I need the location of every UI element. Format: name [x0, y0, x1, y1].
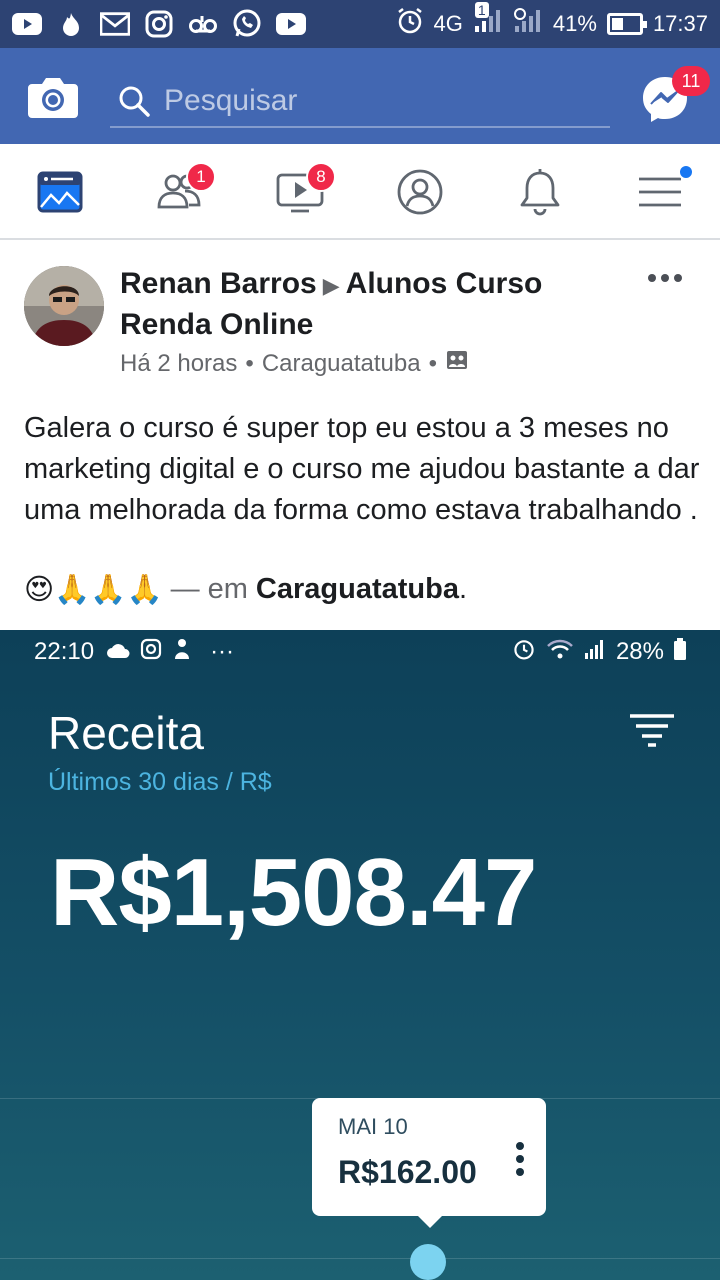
navigation-tabs: 1 8 — [0, 144, 720, 240]
post-meta: Há 2 horas • Caraguatatuba • — [120, 348, 469, 379]
network-type: 4G — [433, 11, 463, 36]
news-feed-icon — [37, 171, 83, 213]
post-image[interactable]: 22:10 ··· 28% Receita Últimos 30 dias / … — [0, 630, 720, 1280]
revenue-period: Últimos 30 dias / R$ — [48, 768, 272, 796]
checkin-place[interactable]: Caraguatatuba — [256, 573, 459, 606]
signal-icon — [513, 8, 543, 40]
chart-data-point — [410, 1244, 446, 1280]
sim-badge: 1 — [474, 2, 489, 18]
tinder-icon — [56, 9, 86, 39]
checkin-suffix: . — [458, 573, 468, 605]
search-bar[interactable] — [110, 76, 610, 128]
wifi-icon — [546, 638, 574, 667]
menu-dot-badge — [678, 164, 694, 180]
messenger-badge: 11 — [672, 66, 710, 96]
facebook-app-bar: 11 — [0, 48, 720, 144]
separator-dot: • — [245, 349, 254, 377]
alarm-icon — [512, 637, 536, 668]
avatar[interactable] — [24, 266, 104, 346]
image-status-dots: ··· — [210, 638, 235, 665]
system-indicators: 4G 1 41% 17:37 — [396, 2, 708, 41]
signal-icon: 1 — [473, 2, 503, 40]
battery-percent: 41% — [552, 11, 597, 36]
post-emojis: 😍🙏🙏🙏 — [24, 574, 163, 606]
friends-badge: 1 — [186, 162, 216, 192]
instagram-icon — [140, 638, 162, 667]
clock: 17:37 — [652, 11, 708, 36]
image-system-indicators: 28% — [512, 637, 686, 668]
watch-badge: 8 — [306, 162, 336, 192]
revenue-title: Receita — [48, 707, 204, 759]
tab-friends[interactable]: 1 — [120, 144, 240, 240]
image-clock: 22:10 — [34, 638, 95, 665]
gmail-icon — [100, 9, 130, 39]
profile-icon — [397, 169, 443, 215]
camera-icon[interactable] — [26, 70, 80, 124]
post-body: Galera o curso é super top eu estou a 3 … — [24, 412, 700, 526]
tab-notifications[interactable] — [480, 144, 600, 240]
signal-icon — [584, 638, 606, 667]
battery-icon — [606, 13, 647, 35]
voicemail-icon — [188, 9, 218, 39]
tooltip-date: MAI 10 — [338, 1114, 408, 1139]
person-icon — [172, 638, 192, 667]
cloud-icon — [106, 638, 130, 666]
checkin-prefix: — em — [170, 573, 248, 605]
whatsapp-icon — [232, 9, 262, 39]
bell-icon — [520, 169, 560, 216]
tab-watch[interactable]: 8 — [240, 144, 360, 240]
tooltip-value: R$162.00 — [338, 1154, 477, 1190]
alarm-icon — [396, 7, 424, 41]
arrow-right-icon: ▶ — [322, 273, 340, 298]
checkin-line: 😍🙏🙏🙏 — em Caraguatatuba . — [24, 572, 467, 607]
tab-news-feed[interactable] — [0, 144, 120, 240]
chart-tooltip: MAI 10 R$162.00 — [312, 1098, 546, 1228]
more-options-icon[interactable] — [648, 274, 684, 288]
post-time[interactable]: Há 2 horas — [120, 350, 237, 378]
tab-profile[interactable] — [360, 144, 480, 240]
image-status-bar: 22:10 ··· 28% — [0, 630, 720, 674]
battery-icon — [674, 637, 686, 667]
post-location[interactable]: Caraguatatuba — [262, 350, 421, 378]
group-privacy-icon — [445, 348, 469, 379]
post-header: Renan Barros ▶ Alunos Curso Renda Online — [120, 264, 620, 344]
image-battery-percent: 28% — [615, 638, 664, 665]
author-name[interactable]: Renan Barros — [120, 267, 317, 300]
instagram-icon — [144, 9, 174, 39]
vertical-more-icon — [516, 1142, 524, 1176]
notification-icons — [12, 9, 306, 39]
tab-menu[interactable] — [600, 144, 720, 240]
chart-gridline — [0, 1258, 720, 1259]
feed-post: Renan Barros ▶ Alunos Curso Renda Online H… — [0, 242, 720, 630]
revenue-amount: R$1,508.47 — [50, 839, 537, 946]
youtube-icon — [276, 9, 306, 39]
separator-dot: • — [428, 349, 438, 377]
search-input[interactable] — [164, 84, 584, 118]
filter-icon — [628, 712, 676, 748]
search-icon — [116, 83, 152, 119]
youtube-icon — [12, 9, 42, 39]
status-bar: 4G 1 41% 17:37 — [0, 0, 720, 48]
